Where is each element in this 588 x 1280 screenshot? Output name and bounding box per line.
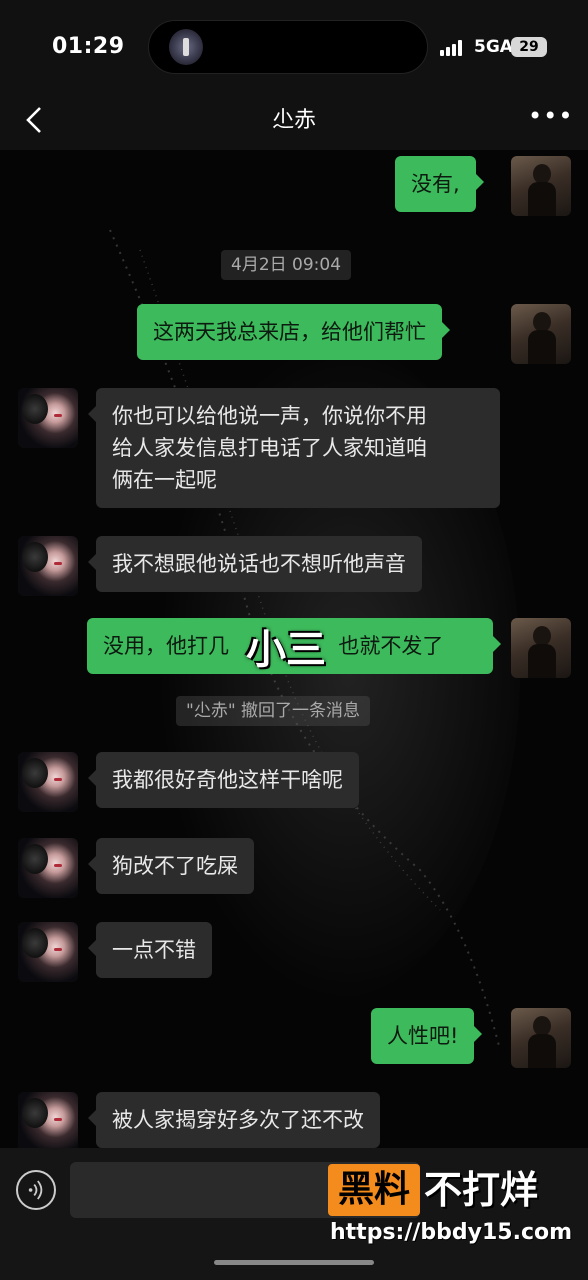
my-avatar[interactable]: [511, 156, 571, 216]
chat-header: 尐赤 •••: [0, 92, 588, 150]
my-avatar[interactable]: [511, 304, 571, 364]
message-line: 给人家发信息打电话了人家知道咱: [112, 436, 427, 460]
network-label: 5GA: [474, 37, 513, 57]
message-bubble-incoming[interactable]: 一点不错: [88, 922, 212, 978]
ellipsis-icon[interactable]: •••: [528, 104, 572, 128]
message-line: 你也可以给他说一声，你说你不用: [112, 404, 427, 428]
chat-area[interactable]: 没有, 4月2日 09:04 这两天我总来店，给他们帮忙 你也可以给他说一声，你…: [0, 150, 588, 1148]
my-avatar[interactable]: [511, 618, 571, 678]
message-bubble-incoming[interactable]: 被人家揭穿好多次了还不改: [88, 1092, 380, 1148]
contact-avatar[interactable]: [18, 1092, 78, 1148]
my-avatar[interactable]: [511, 1008, 571, 1068]
message-bubble-incoming[interactable]: 我不想跟他说话也不想听他声音: [88, 536, 422, 592]
watermark-logo: 黑料 不打烊: [328, 1164, 573, 1216]
watermark-brand-accent: 黑料: [328, 1164, 420, 1216]
message-bubble-incoming[interactable]: 我都很好奇他这样干啥呢: [88, 752, 359, 808]
status-bar: 01:29 5GA 29: [0, 0, 588, 92]
chat-title: 尐赤: [271, 108, 316, 133]
watermark-url: https://bbdy15.com: [330, 1220, 573, 1245]
timestamp-divider: 4月2日 09:04: [221, 250, 352, 280]
contact-avatar[interactable]: [18, 536, 78, 596]
contact-avatar[interactable]: [18, 922, 78, 982]
message-text: 也就不发了: [338, 634, 444, 658]
message-text: 没用，他打几: [103, 634, 229, 658]
message-bubble-incoming[interactable]: 你也可以给他说一声，你说你不用 给人家发信息打电话了人家知道咱 俩在一起呢: [88, 388, 500, 508]
message-bubble-incoming[interactable]: 狗改不了吃屎: [88, 838, 254, 894]
home-indicator[interactable]: [214, 1260, 374, 1265]
message-bubble-outgoing[interactable]: 这两天我总来店，给他们帮忙: [137, 304, 450, 360]
status-time: 01:29: [52, 34, 125, 59]
signal-icon: [440, 40, 466, 56]
message-bubble-outgoing[interactable]: 人性吧!: [371, 1008, 483, 1064]
dynamic-island: [148, 20, 428, 74]
message-line: 俩在一起呢: [112, 468, 217, 492]
flashlight-icon[interactable]: [169, 29, 203, 65]
overlay-caption: 小三: [246, 627, 326, 673]
message-bubble-outgoing[interactable]: 没有,: [395, 156, 484, 212]
recall-notice: "尐赤" 撤回了一条消息: [176, 696, 371, 726]
contact-avatar[interactable]: [18, 838, 78, 898]
watermark-brand-text: 不打烊: [424, 1168, 539, 1212]
battery-icon: 29: [511, 37, 547, 57]
voice-input-icon[interactable]: [16, 1170, 56, 1210]
contact-avatar[interactable]: [18, 388, 78, 448]
contact-avatar[interactable]: [18, 752, 78, 812]
